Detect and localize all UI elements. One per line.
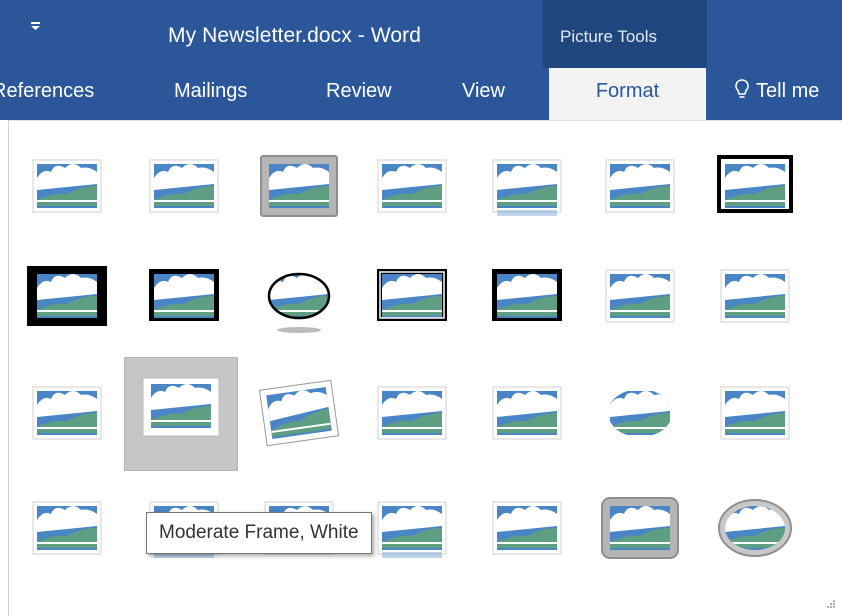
picture-style-bevel-perspective[interactable] [17,480,117,580]
tell-me-label: Tell me [756,80,820,102]
picture-style-bevel-rectangle[interactable] [705,365,805,465]
picture-style-double-frame-black[interactable] [705,138,805,238]
picture-style-metal-rounded-rectangle[interactable] [590,480,690,580]
tell-me-box[interactable]: Tell me [734,78,819,103]
tab-format-label: Format [595,80,660,102]
picture-style-snip-diagonal-corner-white[interactable] [17,365,117,465]
quick-access-toolbar-icon[interactable] [28,14,48,38]
window-title: My Newsletter.docx - Word [168,24,422,47]
picture-style-compound-frame-black[interactable] [362,248,462,348]
picture-style-thick-matte-black[interactable] [17,248,117,348]
picture-style-moderate-frame-black[interactable] [477,248,577,348]
picture-style-beveled-reflection-white[interactable] [477,480,577,580]
resize-grip-icon[interactable] [826,599,836,609]
picture-style-metal-frame[interactable] [249,138,349,238]
picture-style-center-shadow-rectangle[interactable] [590,248,690,348]
picture-style-reflected-rounded-rectangle[interactable] [477,138,577,238]
picture-style-reflected-perspective-right[interactable] [362,480,462,580]
tab-view[interactable]: View [462,80,505,103]
tab-references[interactable]: References [0,80,94,103]
picture-style-moderate-frame-white[interactable] [124,357,238,471]
picture-style-beveled-oval-black[interactable] [249,248,349,348]
picture-style-drop-shadow-rectangle[interactable] [362,138,462,238]
picture-style-rounded-diagonal-corner-white[interactable] [705,248,805,348]
picture-style-metal-oval[interactable] [705,480,805,580]
tooltip: Moderate Frame, White [146,512,372,554]
tab-review[interactable]: Review [326,80,392,103]
ribbon-tab-bar [0,68,842,120]
picture-style-perspective-shadow-white[interactable] [362,365,462,465]
picture-tools-label: Picture Tools [560,27,658,46]
picture-style-soft-edge-oval[interactable] [590,365,690,465]
picture-style-soft-edge-rectangle[interactable] [590,138,690,238]
picture-style-simple-frame-white[interactable] [17,138,117,238]
lightbulb-icon [735,79,749,98]
picture-style-relaxed-perspective-white[interactable] [477,365,577,465]
picture-style-simple-frame-black[interactable] [134,248,234,348]
tab-mailings[interactable]: Mailings [174,80,247,103]
picture-style-beveled-matte-white[interactable] [134,138,234,238]
picture-style-rotated-white[interactable] [249,365,349,465]
